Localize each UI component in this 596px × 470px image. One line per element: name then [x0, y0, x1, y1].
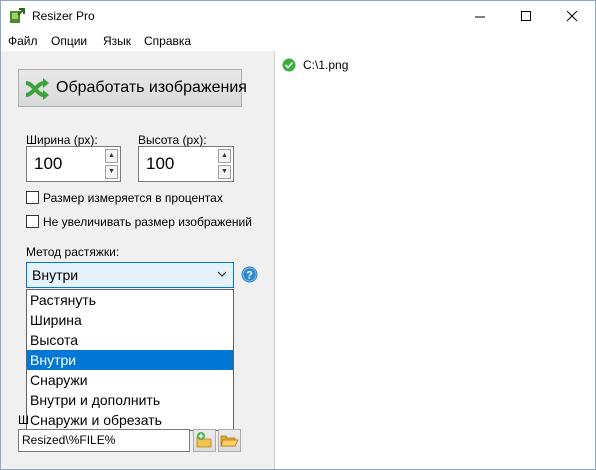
- stretch-method-label: Метод растяжки:: [26, 245, 120, 259]
- height-value: 100: [146, 154, 175, 173]
- menu-file[interactable]: Файл: [8, 34, 38, 48]
- stretch-option-inside-pad[interactable]: Внутри и дополнить: [27, 390, 233, 410]
- menu-help[interactable]: Справка: [144, 34, 191, 48]
- menu-language[interactable]: Язык: [103, 34, 131, 48]
- width-up-arrow[interactable]: ▲: [105, 149, 118, 163]
- height-label: Высота (px):: [138, 133, 207, 147]
- menu-options[interactable]: Опции: [51, 34, 87, 48]
- chevron-down-icon: [217, 271, 227, 277]
- close-icon: [566, 10, 577, 21]
- shuffle-icon: [25, 78, 49, 100]
- help-icon[interactable]: ?: [241, 266, 258, 283]
- width-down-arrow[interactable]: ▼: [105, 165, 118, 179]
- file-name: C:\1.png: [303, 58, 349, 72]
- stretch-option-height[interactable]: Высота: [27, 330, 233, 350]
- output-path-value: Resized\%FILE%: [22, 433, 116, 447]
- settings-panel: Обработать изображения Ширина (px): 100 …: [1, 51, 274, 469]
- stretch-option-stretch[interactable]: Растянуть: [27, 290, 233, 310]
- process-button-label: Обработать изображения: [56, 79, 247, 96]
- close-button[interactable]: [549, 1, 595, 31]
- file-list[interactable]: C:\1.png: [274, 51, 595, 469]
- process-images-button[interactable]: Обработать изображения: [18, 69, 247, 107]
- add-folder-icon: [196, 432, 212, 448]
- open-folder-icon: [220, 435, 239, 447]
- stretch-method-dropdown: Растянуть Ширина Высота Внутри Снаружи В…: [26, 289, 234, 431]
- height-down-arrow[interactable]: ▼: [218, 165, 231, 179]
- check-icon: [282, 58, 296, 72]
- list-item[interactable]: C:\1.png: [282, 57, 348, 73]
- no-upscale-checkbox[interactable]: [26, 215, 39, 228]
- minimize-icon: [474, 16, 485, 17]
- svg-text:?: ?: [246, 270, 253, 282]
- stretch-option-width[interactable]: Ширина: [27, 310, 233, 330]
- title-bar: Resizer Pro: [1, 1, 595, 31]
- menu-bar: Файл Опции Язык Справка: [1, 31, 595, 51]
- stretch-option-outside-crop[interactable]: Снаружи и обрезать: [27, 410, 233, 430]
- window-title: Resizer Pro: [32, 9, 95, 23]
- stretch-method-select[interactable]: Внутри: [26, 262, 234, 288]
- width-spinner[interactable]: 100 ▲ ▼: [26, 146, 121, 182]
- no-upscale-label: Не увеличивать размер изображений: [43, 215, 252, 229]
- add-variable-button[interactable]: [193, 429, 216, 452]
- width-label: Ширина (px):: [26, 133, 98, 147]
- stretch-option-outside[interactable]: Снаружи: [27, 370, 233, 390]
- output-label: Ш: [18, 413, 29, 427]
- minimize-button[interactable]: [457, 1, 503, 31]
- browse-folder-button[interactable]: [218, 429, 241, 452]
- height-up-arrow[interactable]: ▲: [218, 149, 231, 163]
- percent-label: Размер измеряется в процентах: [43, 191, 223, 205]
- maximize-icon: [520, 10, 531, 21]
- height-spin-arrows: ▲ ▼: [218, 149, 231, 179]
- app-icon: [10, 8, 25, 23]
- maximize-button[interactable]: [503, 1, 549, 31]
- percent-checkbox[interactable]: [26, 191, 39, 204]
- width-spin-arrows: ▲ ▼: [105, 149, 118, 179]
- height-spinner[interactable]: 100 ▲ ▼: [138, 146, 234, 182]
- output-path-input[interactable]: Resized\%FILE%: [18, 429, 190, 452]
- stretch-option-inside[interactable]: Внутри: [27, 350, 233, 370]
- width-value: 100: [34, 154, 63, 173]
- app-window: Resizer Pro Файл Опции Язык Справка Обра…: [0, 0, 596, 470]
- stretch-selected-value: Внутри: [32, 267, 79, 283]
